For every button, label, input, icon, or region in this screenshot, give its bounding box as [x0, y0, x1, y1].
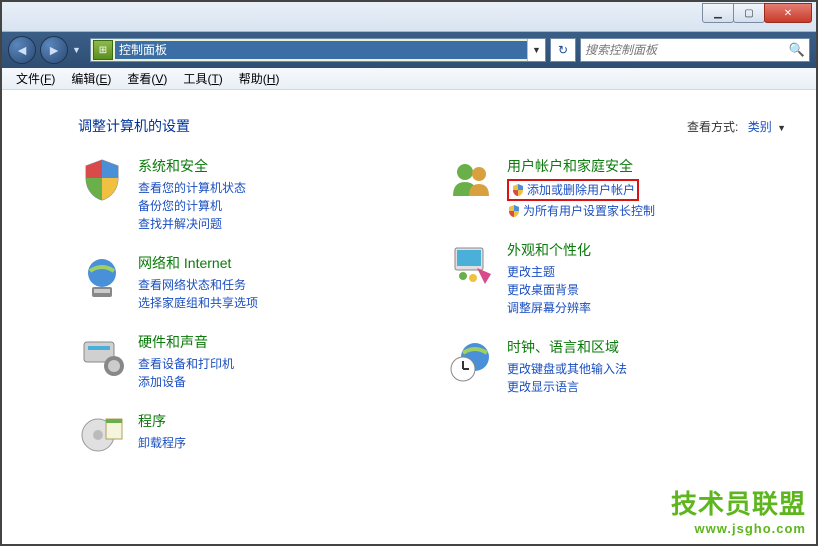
category-appearance-personalization: 外观和个性化 更改主题 更改桌面背景 调整屏幕分辨率: [447, 240, 786, 317]
back-arrow-icon: ◄: [15, 42, 29, 58]
category-title[interactable]: 用户帐户和家庭安全: [507, 156, 786, 176]
category-network-internet: 网络和 Internet 查看网络状态和任务 选择家庭组和共享选项: [78, 253, 417, 312]
link-add-device[interactable]: 添加设备: [138, 373, 417, 391]
category-programs: 程序 卸载程序: [78, 411, 417, 459]
close-button[interactable]: ✕: [764, 3, 812, 23]
uac-shield-icon: [511, 183, 525, 197]
search-icon[interactable]: 🔍: [789, 42, 805, 58]
link-adjust-screen-resolution[interactable]: 调整屏幕分辨率: [507, 299, 786, 317]
appearance-icon: [447, 240, 495, 288]
search-box[interactable]: 🔍: [580, 38, 810, 62]
view-by-dropdown[interactable]: 类别 ▼: [748, 120, 786, 134]
programs-icon: [78, 411, 126, 459]
category-hardware-sound: 硬件和声音 查看设备和打印机 添加设备: [78, 332, 417, 391]
link-change-keyboard-input[interactable]: 更改键盘或其他输入法: [507, 360, 786, 378]
refresh-icon: ↻: [558, 43, 568, 57]
address-text[interactable]: 控制面板: [115, 41, 527, 59]
window-titlebar: ▁ ▢ ✕: [2, 2, 816, 32]
left-column: 系统和安全 查看您的计算机状态 备份您的计算机 查找并解决问题 网络和 Inte…: [78, 156, 417, 479]
menu-bar: 文件(F) 编辑(E) 查看(V) 工具(T) 帮助(H): [2, 68, 816, 90]
navigation-bar: ◄ ► ▼ ⊞ 控制面板 ▼ ↻ 🔍: [2, 32, 816, 68]
menu-file[interactable]: 文件(F): [8, 70, 63, 87]
minimize-button[interactable]: ▁: [702, 3, 734, 23]
link-parental-controls[interactable]: 为所有用户设置家长控制: [523, 202, 655, 220]
page-title: 调整计算机的设置: [78, 116, 687, 136]
content-area: 调整计算机的设置 查看方式: 类别 ▼ 系统和安全 查看您的计算机状态 备份您的…: [2, 90, 816, 544]
history-dropdown[interactable]: ▼: [72, 45, 86, 55]
menu-edit[interactable]: 编辑(E): [63, 70, 119, 87]
maximize-button[interactable]: ▢: [733, 3, 765, 23]
menu-help[interactable]: 帮助(H): [231, 70, 288, 87]
link-change-desktop-background[interactable]: 更改桌面背景: [507, 281, 786, 299]
link-change-display-language[interactable]: 更改显示语言: [507, 378, 786, 396]
category-title[interactable]: 系统和安全: [138, 156, 417, 176]
category-clock-language-region: 时钟、语言和区域 更改键盘或其他输入法 更改显示语言: [447, 337, 786, 396]
category-title[interactable]: 程序: [138, 411, 417, 431]
back-button[interactable]: ◄: [8, 36, 36, 64]
highlighted-link: 添加或删除用户帐户: [507, 179, 639, 201]
link-view-network-status[interactable]: 查看网络状态和任务: [138, 276, 417, 294]
search-input[interactable]: [585, 43, 789, 57]
category-user-accounts: 用户帐户和家庭安全 添加或删除用户帐户 为所有用户设置家长控制: [447, 156, 786, 220]
close-icon: ✕: [784, 8, 792, 19]
link-homegroup-sharing[interactable]: 选择家庭组和共享选项: [138, 294, 417, 312]
watermark: 技术员联盟 www.jsgho.com: [671, 484, 806, 536]
category-title[interactable]: 网络和 Internet: [138, 253, 417, 273]
clock-language-icon: [447, 337, 495, 385]
category-title[interactable]: 时钟、语言和区域: [507, 337, 786, 357]
minimize-icon: ▁: [714, 8, 722, 19]
control-panel-icon: ⊞: [93, 40, 113, 60]
user-accounts-icon: [447, 156, 495, 204]
address-dropdown[interactable]: ▼: [527, 39, 545, 61]
uac-shield-icon: [507, 204, 521, 218]
link-backup-computer[interactable]: 备份您的计算机: [138, 197, 417, 215]
system-security-icon: [78, 156, 126, 204]
refresh-button[interactable]: ↻: [550, 38, 576, 62]
link-view-devices-printers[interactable]: 查看设备和打印机: [138, 355, 417, 373]
forward-arrow-icon: ►: [47, 42, 61, 58]
category-system-security: 系统和安全 查看您的计算机状态 备份您的计算机 查找并解决问题: [78, 156, 417, 233]
address-bar[interactable]: ⊞ 控制面板 ▼: [90, 38, 546, 62]
link-view-computer-status[interactable]: 查看您的计算机状态: [138, 179, 417, 197]
category-title[interactable]: 硬件和声音: [138, 332, 417, 352]
menu-tools[interactable]: 工具(T): [175, 70, 230, 87]
chevron-down-icon: ▼: [777, 123, 786, 133]
forward-button[interactable]: ►: [40, 36, 68, 64]
watermark-text: 技术员联盟: [671, 484, 806, 521]
right-column: 用户帐户和家庭安全 添加或删除用户帐户 为所有用户设置家长控制: [447, 156, 786, 479]
view-by-label: 查看方式: 类别 ▼: [687, 118, 786, 135]
maximize-icon: ▢: [744, 8, 753, 19]
link-add-remove-user-accounts[interactable]: 添加或删除用户帐户: [527, 181, 635, 199]
link-find-fix-problems[interactable]: 查找并解决问题: [138, 215, 417, 233]
hardware-sound-icon: [78, 332, 126, 380]
link-change-theme[interactable]: 更改主题: [507, 263, 786, 281]
menu-view[interactable]: 查看(V): [119, 70, 175, 87]
link-uninstall-program[interactable]: 卸载程序: [138, 434, 417, 452]
network-internet-icon: [78, 253, 126, 301]
category-title[interactable]: 外观和个性化: [507, 240, 786, 260]
watermark-url: www.jsgho.com: [671, 521, 806, 536]
